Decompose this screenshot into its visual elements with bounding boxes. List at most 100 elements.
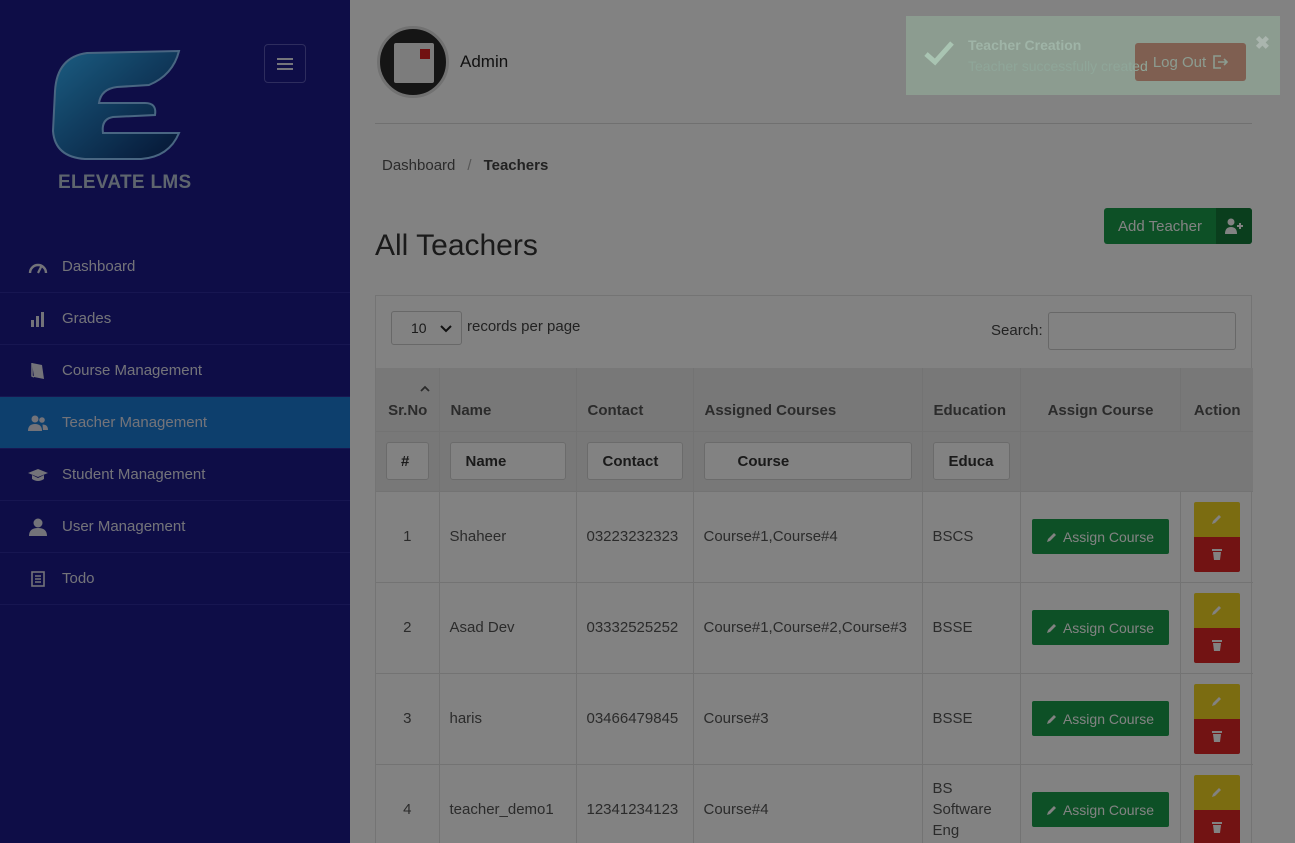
sidebar-item-label: Course Management [62,362,203,379]
chevron-down-icon [440,325,452,333]
header-divider [375,123,1252,124]
sidebar-item-label: User Management [62,518,186,535]
cell-srno: 4 [376,764,440,843]
edit-button[interactable] [1193,683,1240,719]
search-input[interactable] [1048,312,1236,350]
page-length-select[interactable]: 10 [391,311,462,345]
graduation-cap-icon [28,465,48,485]
pencil-icon [1046,714,1056,724]
assign-course-button[interactable]: Assign Course [1031,519,1169,554]
menu-toggle-button[interactable] [264,44,306,83]
cell-courses: Course#1,Course#2,Course#3 [693,582,923,674]
cell-srno: 1 [376,491,440,583]
sidebar-item-label: Student Management [62,466,206,483]
table-row: 1 Shaheer 03223232323 Course#1,Course#4 … [376,491,1253,583]
sidebar-item-label: Dashboard [62,258,136,275]
cell-contact: 12341234123 [576,764,694,843]
pencil-icon [1046,623,1056,633]
cell-srno: 2 [376,582,440,674]
delete-button[interactable] [1193,536,1240,572]
logo-text: ELEVATE LMS [58,172,192,193]
filter-name-input[interactable]: Name [449,442,566,480]
assign-course-button[interactable]: Assign Course [1031,792,1169,827]
assign-course-button[interactable]: Assign Course [1031,610,1169,645]
page-title: All Teachers [375,229,538,262]
delete-button[interactable] [1193,718,1240,754]
cell-srno: 3 [376,673,440,765]
breadcrumb-home-link[interactable]: Dashboard [382,157,455,174]
filter-education-input[interactable]: Educa [932,442,1010,480]
toast-message: Teacher successfully created [968,58,1148,74]
bar-chart-icon [28,309,48,329]
table-row: 4 teacher_demo1 12341234123 Course#4 BS … [376,764,1253,843]
pencil-icon [1046,805,1056,815]
sidebar-item-label: Todo [62,570,95,587]
avatar[interactable] [377,26,449,98]
edit-button[interactable] [1193,501,1240,537]
records-per-page-label: records per page [467,318,581,335]
search-label: Search: [991,322,1043,339]
trash-icon [1211,640,1222,651]
trash-icon [1211,549,1222,560]
add-teacher-button[interactable]: Add Teacher [1104,208,1252,244]
teachers-table: Sr.No Name Contact Assigned Courses Educ… [376,368,1253,843]
sidebar-item-student-management[interactable]: Student Management [0,449,350,501]
sidebar-item-label: Grades [62,310,112,327]
sidebar-item-course-management[interactable]: Course Management [0,345,350,397]
sidebar-item-teacher-management[interactable]: Teacher Management [0,397,350,449]
cell-name: teacher_demo1 [439,764,577,843]
delete-button[interactable] [1193,809,1240,843]
main-content: Admin Log Out Dashboard / Teachers All Tea… [350,0,1295,843]
pencil-icon [1211,515,1221,524]
cell-education: BSSE [922,673,1021,765]
sidebar-item-grades[interactable]: Grades [0,293,350,345]
trash-icon [1211,731,1222,742]
delete-button[interactable] [1193,627,1240,663]
edit-button[interactable] [1193,774,1240,810]
filter-srno-input[interactable]: # [386,442,429,480]
cell-education: BSSE [922,582,1021,674]
sort-up-icon [420,385,430,392]
cell-courses: Course#4 [693,764,923,843]
sidebar-item-dashboard[interactable]: Dashboard [0,241,350,293]
filter-course-input[interactable]: Course [703,442,912,480]
toast-title: Teacher Creation [968,37,1082,53]
cell-contact: 03223232323 [576,491,694,583]
cell-contact: 03466479845 [576,673,694,765]
cell-name: haris [439,673,577,765]
cell-contact: 03332525252 [576,582,694,674]
sidebar-item-label: Teacher Management [62,414,208,431]
column-header-contact[interactable]: Contact [576,368,694,432]
book-icon [28,361,48,381]
checkmark-icon [924,41,954,66]
column-header-education[interactable]: Education [922,368,1021,432]
sidebar-item-todo[interactable]: Todo [0,553,350,605]
sidebar-item-user-management[interactable]: User Management [0,501,350,553]
cell-name: Asad Dev [439,582,577,674]
pencil-icon [1046,532,1056,542]
cell-name: Shaheer [439,491,577,583]
filter-contact-input[interactable]: Contact [586,442,683,480]
column-header-assigned-courses[interactable]: Assigned Courses [693,368,923,432]
teachers-table-card: 10 records per page Search: Sr.No Name C… [375,295,1253,843]
sidebar: ELEVATE LMS Dashboard Grades Course Mana… [0,0,350,843]
breadcrumb: Dashboard / Teachers [382,157,548,174]
list-icon [28,569,48,589]
edit-button[interactable] [1193,592,1240,628]
hamburger-icon [277,62,293,65]
toast-notification: Teacher Creation Teacher successfully cr… [906,16,1280,95]
column-header-name[interactable]: Name [439,368,577,432]
user-name: Admin [460,52,509,71]
cell-courses: Course#3 [693,673,923,765]
sidebar-nav: Dashboard Grades Course Management Teach… [0,241,350,605]
pencil-icon [1211,606,1221,615]
column-header-action: Action [1180,368,1253,432]
assign-course-button[interactable]: Assign Course [1031,701,1169,736]
close-icon[interactable]: ✖ [1255,33,1270,54]
cell-courses: Course#1,Course#4 [693,491,923,583]
breadcrumb-separator: / [467,157,472,174]
column-header-srno[interactable]: Sr.No [376,368,440,432]
dashboard-gauge-icon [28,257,48,277]
breadcrumb-current: Teachers [483,157,549,174]
table-row: 2 Asad Dev 03332525252 Course#1,Course#2… [376,582,1253,674]
